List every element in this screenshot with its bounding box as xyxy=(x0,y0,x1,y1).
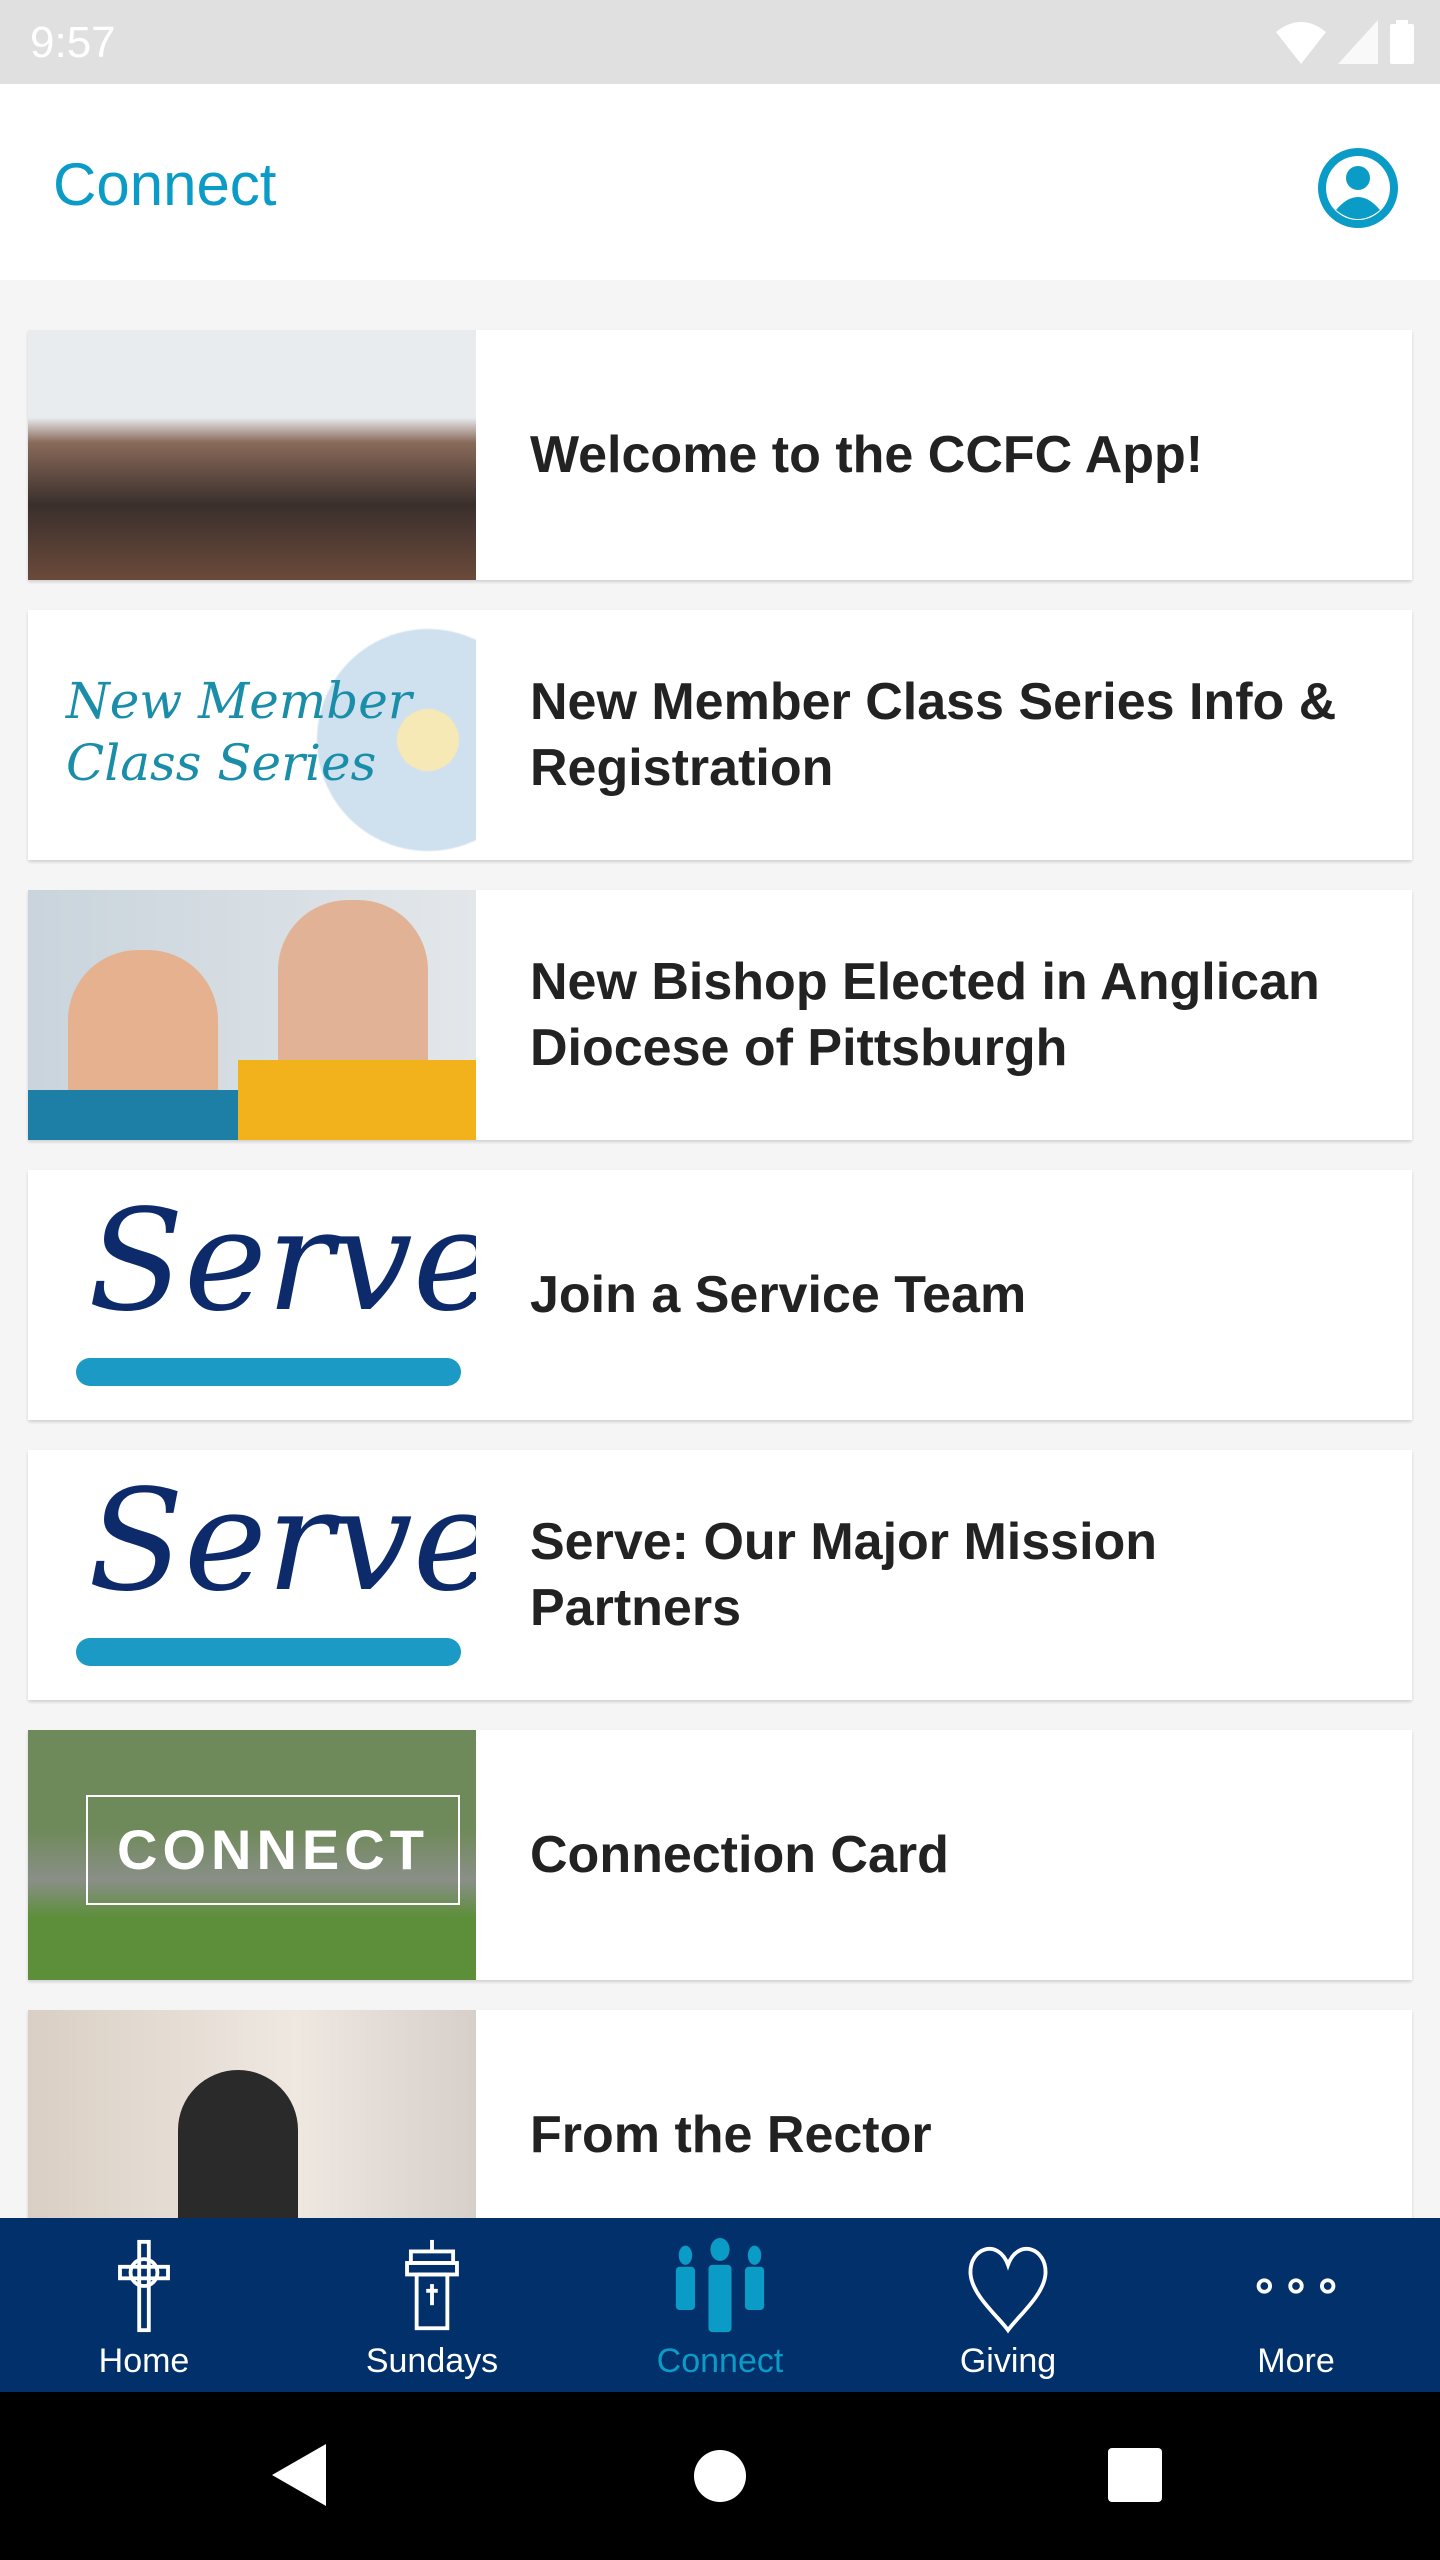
nav-label: More xyxy=(1257,2342,1335,2380)
nav-home[interactable]: Home xyxy=(0,2218,288,2392)
page-title: Connect xyxy=(53,151,277,218)
thumbnail-text: New Member xyxy=(66,672,412,730)
item-title: New Member Class Series Info & Registrat… xyxy=(530,673,1337,797)
cross-icon xyxy=(118,2239,170,2333)
nav-label: Connect xyxy=(656,2342,784,2380)
nav-label: Sundays xyxy=(365,2342,499,2380)
battery-icon xyxy=(1390,20,1414,64)
profile-icon[interactable] xyxy=(1318,148,1398,228)
thumbnail-image xyxy=(28,330,476,580)
list-item[interactable]: New Member Class Series New Member Class… xyxy=(28,610,1412,860)
serve-logo: Serve xyxy=(28,1450,476,1700)
nav-sundays[interactable]: Sundays xyxy=(288,2218,576,2392)
thumbnail-image: New Member Class Series xyxy=(28,610,476,860)
bottom-nav: Home Sundays Connect Giving More xyxy=(0,2218,1440,2392)
status-time: 9:57 xyxy=(30,18,116,67)
more-icon xyxy=(1256,2278,1336,2294)
nav-more[interactable]: More xyxy=(1152,2218,1440,2392)
system-nav-bar xyxy=(0,2392,1440,2560)
people-icon xyxy=(675,2238,765,2333)
status-bar: 9:57 xyxy=(0,0,1440,84)
wifi-icon xyxy=(1276,22,1326,64)
item-title: From the Rector xyxy=(530,2106,932,2164)
nav-giving[interactable]: Giving xyxy=(864,2218,1152,2392)
signal-icon xyxy=(1338,20,1378,64)
nav-label: Home xyxy=(98,2342,190,2380)
list-item[interactable]: CONNECT Connection Card xyxy=(28,1730,1412,1980)
content-list[interactable]: Welcome to the CCFC App! New Member Clas… xyxy=(28,330,1412,2290)
pulpit-icon xyxy=(405,2239,459,2331)
item-title: Welcome to the CCFC App! xyxy=(530,426,1204,484)
item-title: Serve: Our Major Mission Partners xyxy=(530,1513,1158,1637)
item-title: New Bishop Elected in Anglican Diocese o… xyxy=(530,953,1320,1077)
item-title: Connection Card xyxy=(530,1826,949,1884)
home-circle-icon[interactable] xyxy=(694,2450,746,2502)
list-item[interactable]: Serve Join a Service Team xyxy=(28,1170,1412,1420)
nav-connect[interactable]: Connect xyxy=(576,2218,864,2392)
list-item[interactable]: Serve Serve: Our Major Mission Partners xyxy=(28,1450,1412,1700)
heart-icon xyxy=(968,2246,1048,2334)
back-icon[interactable] xyxy=(272,2444,326,2506)
serve-logo: Serve xyxy=(28,1170,476,1420)
nav-label: Giving xyxy=(959,2342,1057,2380)
list-item[interactable]: New Bishop Elected in Anglican Diocese o… xyxy=(28,890,1412,1140)
app-header: Connect xyxy=(0,84,1440,280)
thumbnail-image xyxy=(28,890,476,1140)
item-title: Join a Service Team xyxy=(530,1266,1027,1324)
recents-icon[interactable] xyxy=(1108,2448,1162,2502)
thumbnail-text: Class Series xyxy=(66,734,377,792)
list-item[interactable]: Welcome to the CCFC App! xyxy=(28,330,1412,580)
thumbnail-image: CONNECT xyxy=(28,1730,476,1980)
